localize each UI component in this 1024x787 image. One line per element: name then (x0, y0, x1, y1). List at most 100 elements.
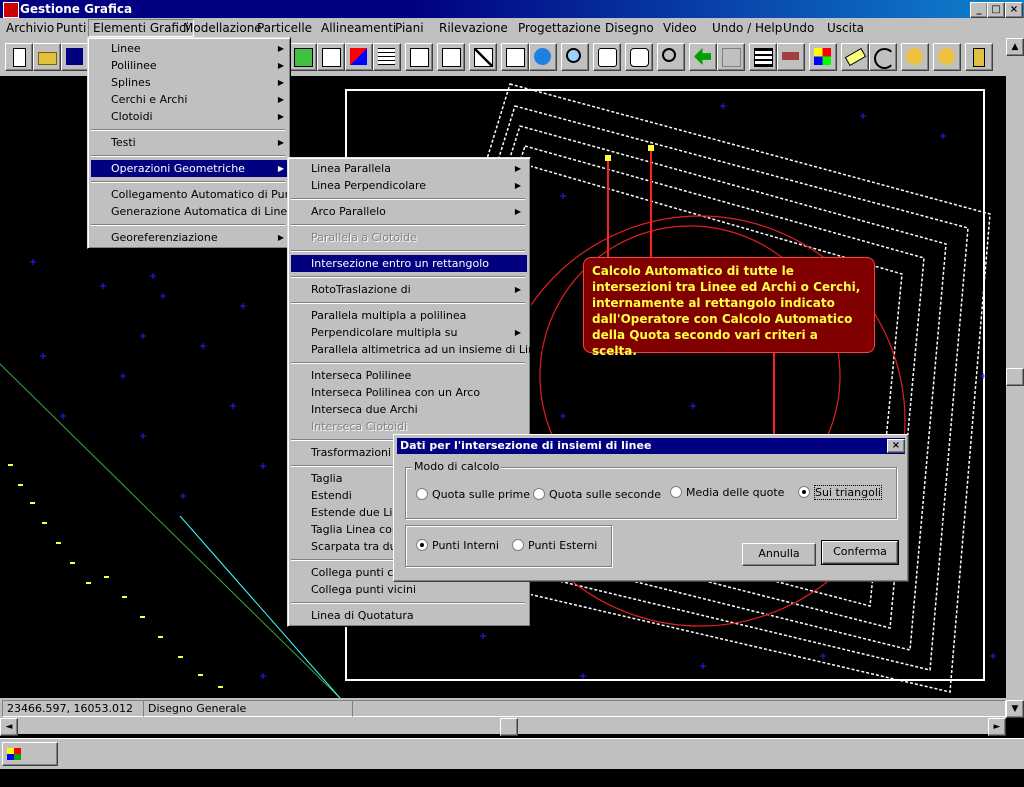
list-icon (754, 48, 773, 67)
menu-undo[interactable]: Undo (783, 21, 814, 35)
menu-item-parallela-multipla[interactable]: Parallela multipla a polilinea (291, 307, 527, 324)
menu-uscita[interactable]: Uscita (827, 21, 864, 35)
radio-punti-esterni[interactable]: Punti Esterni (512, 539, 597, 552)
menu-allineamenti[interactable]: Allineamenti (321, 21, 396, 35)
confirm-button[interactable]: Conferma (821, 540, 899, 565)
horizontal-scrollbar[interactable]: ◄ ► (0, 718, 1006, 736)
menu-item-label: Georeferenziazione (111, 231, 218, 244)
eraser-button[interactable] (841, 43, 869, 71)
radio-punti-interni[interactable]: Punti Interni (416, 539, 499, 552)
tool-button-8[interactable] (501, 43, 529, 71)
tool-button-3[interactable] (345, 43, 373, 71)
layers-button[interactable] (777, 43, 805, 71)
menu-separator (291, 224, 525, 226)
radio-media-quote[interactable]: Media delle quote (670, 486, 784, 499)
menu-elementi-grafici[interactable]: Elementi Grafici (88, 19, 194, 37)
tool-button-9[interactable] (529, 43, 557, 71)
menu-item-parallela-altimetrica[interactable]: Parallela altimetrica ad un insieme di L… (291, 341, 549, 358)
start-button[interactable]: Start (2, 742, 58, 783)
pan-button[interactable] (625, 43, 653, 71)
undo-button[interactable] (869, 43, 897, 71)
menu-rilevazione[interactable]: Rilevazione (439, 21, 508, 35)
menu-item-rototraslazione[interactable]: RotoTraslazione di ▶ (291, 281, 527, 298)
horizontal-scroll-thumb[interactable] (500, 718, 518, 736)
tool-button-7[interactable] (469, 43, 497, 71)
menu-item-testi[interactable]: Testi ▶ (91, 134, 290, 151)
menu-punti[interactable]: Punti (56, 21, 86, 35)
exit-button[interactable] (965, 43, 993, 71)
menu-item-collega-punti-vicini[interactable]: Collega punti vicini (291, 581, 527, 598)
vertical-scrollbar[interactable]: ▲ ▼ (1006, 38, 1024, 718)
menu-item-splines[interactable]: Splines ▶ (91, 74, 290, 91)
info-callout: Calcolo Automatico di tutte le intersezi… (583, 257, 875, 358)
zoom-in-button[interactable] (657, 43, 685, 71)
menu-video[interactable]: Video (663, 21, 697, 35)
radio-label: Quota sulle prime (432, 488, 531, 501)
radio-sui-triangoli[interactable]: Sui triangoli (798, 485, 882, 500)
menu-item-clotoidi[interactable]: Clotoidi ▶ (91, 108, 290, 125)
menu-item-intersezione-rettangolo[interactable]: Intersezione entro un rettangolo (291, 255, 527, 272)
help-button[interactable] (901, 43, 929, 71)
tool-button-4[interactable] (373, 43, 401, 71)
tool-button-6[interactable] (437, 43, 465, 71)
menu-item-georeferenziazione[interactable]: Georeferenziazione ▶ (91, 229, 290, 246)
new-file-button[interactable] (5, 43, 33, 71)
radio-on-icon (798, 486, 810, 498)
radio-quota-seconde[interactable]: Quota sulle seconde (533, 488, 661, 501)
back-button[interactable] (689, 43, 717, 71)
menu-item-linee[interactable]: Linee ▶ (91, 40, 290, 57)
menu-item-interseca-polilinea-arco[interactable]: Interseca Polilinea con un Arco (291, 384, 527, 401)
menu-item-linea-parallela[interactable]: Linea Parallela ▶ (291, 160, 527, 177)
list-button[interactable] (749, 43, 777, 71)
menu-item-linea-perpendicolare[interactable]: Linea Perpendicolare ▶ (291, 177, 527, 194)
submenu-arrow-icon: ▶ (277, 164, 284, 173)
radio-quota-prime[interactable]: Quota sulle prime (416, 488, 530, 501)
menu-item-arco-parallelo[interactable]: Arco Parallelo ▶ (291, 203, 527, 220)
menu-item-polilinee[interactable]: Polilinee ▶ (91, 57, 290, 74)
save-button[interactable] (61, 43, 89, 71)
menu-item-operazioni-geometriche[interactable]: Operazioni Geometriche ▶ (91, 160, 290, 177)
menu-separator (291, 198, 525, 200)
scroll-left-button[interactable]: ◄ (0, 718, 18, 736)
scroll-right-button[interactable]: ► (988, 718, 1006, 736)
diagonal-icon (474, 48, 493, 67)
scroll-up-button[interactable]: ▲ (1006, 38, 1024, 56)
menu-undo-help[interactable]: Undo / Help (712, 21, 782, 35)
door-icon (973, 48, 985, 67)
menu-separator (291, 602, 525, 604)
menu-item-interseca-polilinee[interactable]: Interseca Polilinee (291, 367, 527, 384)
maximize-button[interactable]: □ (987, 2, 1005, 18)
info-button[interactable] (933, 43, 961, 71)
minimize-button[interactable]: _ (970, 2, 988, 18)
open-file-button[interactable] (33, 43, 61, 71)
menu-archivio[interactable]: Archivio (6, 21, 54, 35)
menu-item-collegamento-automatico[interactable]: Collegamento Automatico di Punti (91, 186, 299, 203)
menu-progettazione[interactable]: Progettazione (518, 21, 601, 35)
menu-item-label: Polilinee (111, 59, 157, 72)
tool-button-5[interactable] (405, 43, 433, 71)
menu-item-interseca-due-archi[interactable]: Interseca due Archi (291, 401, 527, 418)
tool-button-2[interactable] (317, 43, 345, 71)
submenu-arrow-icon: ▶ (514, 181, 521, 190)
close-button[interactable]: × (1005, 2, 1023, 18)
palette-button[interactable] (809, 43, 837, 71)
menu-item-linea-quotatura[interactable]: Linea di Quotatura (291, 607, 527, 624)
dialog-close-button[interactable]: × (887, 439, 905, 453)
menu-item-cerchi-archi[interactable]: Cerchi e Archi ▶ (91, 91, 290, 108)
menu-disegno[interactable]: Disegno (605, 21, 654, 35)
scroll-down-button[interactable]: ▼ (1006, 700, 1024, 718)
tool-button-1[interactable] (289, 43, 317, 71)
cancel-button[interactable]: Annulla (742, 543, 816, 566)
tool-button-11[interactable] (593, 43, 621, 71)
graph-icon (410, 48, 429, 67)
menu-item-generazione-automatica[interactable]: Generazione Automatica di Linee (91, 203, 294, 220)
menu-modellazione[interactable]: Modellazione (183, 21, 262, 35)
zoom-button[interactable] (561, 43, 589, 71)
menu-item-perpendicolare-multipla[interactable]: Perpendicolare multipla su ▶ (291, 324, 527, 341)
radio-off-icon (416, 488, 428, 500)
tool-button-15[interactable] (717, 43, 745, 71)
menu-particelle[interactable]: Particelle (257, 21, 312, 35)
vertical-scroll-thumb[interactable] (1006, 368, 1024, 386)
menu-piani[interactable]: Piani (395, 21, 424, 35)
calc-mode-label: Modo di calcolo (412, 460, 502, 473)
